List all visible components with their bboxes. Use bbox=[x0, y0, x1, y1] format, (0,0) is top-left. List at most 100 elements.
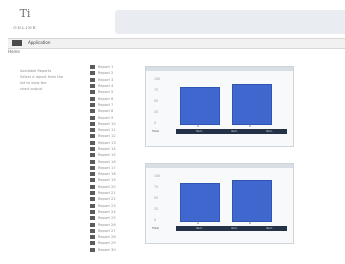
list-item-label: Report 7 bbox=[98, 102, 114, 107]
list-item-label: Report 30 bbox=[98, 247, 116, 252]
report-icon bbox=[90, 84, 95, 89]
report-icon bbox=[90, 121, 95, 126]
list-item-label: Report 18 bbox=[98, 172, 116, 177]
report-icon bbox=[90, 153, 95, 158]
list-item[interactable]: Report 30 bbox=[90, 247, 142, 253]
list-item-label: Report 22 bbox=[98, 197, 116, 202]
report-icon bbox=[90, 102, 95, 107]
sidebar-info: Available Reports Select a report from t… bbox=[20, 68, 76, 92]
list-item-label: Report 4 bbox=[98, 84, 114, 89]
report-icon bbox=[90, 140, 95, 145]
list-item-label: Report 29 bbox=[98, 241, 116, 246]
footer-label: Item bbox=[231, 129, 238, 133]
report-icon bbox=[90, 71, 95, 76]
footer-label: Item bbox=[196, 129, 203, 133]
list-item-label: Report 17 bbox=[98, 165, 116, 170]
report-icon bbox=[90, 147, 95, 151]
y-tick-label: 100 bbox=[154, 174, 161, 178]
report-icon bbox=[90, 222, 95, 227]
list-item-label: Report 28 bbox=[98, 235, 116, 240]
y-tick-label: 75 bbox=[154, 88, 159, 92]
y-tick-label: 0 bbox=[154, 218, 157, 222]
report-icon bbox=[90, 247, 95, 252]
report-icon bbox=[90, 134, 95, 139]
report-icon bbox=[90, 209, 95, 214]
report-icon bbox=[90, 172, 95, 177]
x-tick-label: B bbox=[249, 221, 252, 225]
list-item-label: Report 27 bbox=[98, 228, 116, 233]
chart-footer-bar: Item Item Item bbox=[176, 226, 287, 231]
legend-label: Total bbox=[152, 226, 160, 230]
list-item-label: Report 26 bbox=[98, 222, 116, 227]
report-list: Report 1 Report 2 Report 3 Report 4 Report 5… bbox=[90, 64, 142, 253]
footer-label: Item bbox=[196, 226, 203, 230]
x-tick-label: A bbox=[197, 221, 200, 225]
list-item-label: Report 21 bbox=[98, 191, 116, 196]
list-item-label: Report 14 bbox=[98, 147, 116, 151]
list-item-label: Report 5 bbox=[98, 90, 114, 95]
list-item-label: Report 1 bbox=[98, 65, 114, 70]
report-icon bbox=[90, 96, 95, 101]
panel-header bbox=[146, 67, 293, 71]
report-icon bbox=[90, 235, 95, 240]
report-icon bbox=[90, 178, 95, 183]
chart-footer-bar: Item Item Item bbox=[176, 129, 287, 134]
y-tick-label: 75 bbox=[154, 185, 159, 189]
list-item-label: Report 2 bbox=[98, 71, 114, 76]
report-icon bbox=[90, 165, 95, 170]
chart-panel: 100 75 50 25 0 A B Total Item Item Item bbox=[145, 66, 294, 147]
header-band bbox=[115, 10, 345, 34]
list-item-label: Report 9 bbox=[98, 115, 114, 120]
report-icon bbox=[90, 216, 95, 221]
chart-panel: 100 75 50 25 0 A B Total Item Item Item bbox=[145, 163, 294, 244]
report-icon bbox=[90, 65, 95, 70]
report-icon bbox=[90, 203, 95, 208]
x-tick-label: A bbox=[197, 124, 200, 128]
bar[interactable] bbox=[232, 180, 272, 222]
list-item-label: Report 3 bbox=[98, 77, 114, 82]
footer-label: Item bbox=[266, 129, 273, 133]
list-item-label: Report 12 bbox=[98, 134, 116, 139]
logo-text: Ti bbox=[19, 7, 31, 20]
report-icon bbox=[90, 241, 95, 246]
report-icon bbox=[90, 109, 95, 114]
panel-header bbox=[146, 164, 293, 168]
report-icon bbox=[90, 90, 95, 95]
list-item-label: Report 6 bbox=[98, 96, 114, 101]
bar[interactable] bbox=[180, 182, 220, 222]
report-icon bbox=[90, 128, 95, 133]
y-tick-label: 0 bbox=[154, 121, 157, 125]
report-icon bbox=[90, 77, 95, 82]
y-tick-label: 50 bbox=[154, 196, 159, 200]
report-icon bbox=[90, 197, 95, 202]
y-tick-label: 25 bbox=[154, 207, 159, 211]
list-item-label: Report 24 bbox=[98, 209, 116, 214]
y-tick-label: 100 bbox=[154, 77, 161, 81]
report-icon bbox=[90, 184, 95, 189]
logo-subtext: ONLINE bbox=[13, 25, 37, 30]
nav-title: Application bbox=[28, 40, 51, 45]
list-item-label: Report 10 bbox=[98, 121, 116, 126]
footer-label: Item bbox=[231, 226, 238, 230]
info-line: chart output bbox=[20, 87, 43, 91]
menu-icon[interactable] bbox=[12, 40, 22, 46]
nav-bar: Application bbox=[8, 38, 345, 49]
report-icon bbox=[90, 228, 95, 233]
list-item-label: Report 8 bbox=[98, 109, 114, 114]
y-tick-label: 50 bbox=[154, 99, 159, 103]
list-item-label: Report 23 bbox=[98, 203, 116, 208]
logo: Ti ONLINE bbox=[12, 8, 38, 32]
list-item-label: Report 13 bbox=[98, 140, 116, 145]
list-item-label: Report 11 bbox=[98, 128, 116, 133]
bar[interactable] bbox=[180, 86, 220, 125]
legend-label: Total bbox=[152, 129, 160, 133]
list-item-label: Report 20 bbox=[98, 184, 116, 189]
x-tick-label: B bbox=[249, 124, 252, 128]
home-link[interactable]: Home bbox=[8, 49, 20, 54]
bar[interactable] bbox=[232, 84, 272, 125]
report-icon bbox=[90, 159, 95, 164]
footer-label: Item bbox=[266, 226, 273, 230]
list-item-label: Report 19 bbox=[98, 178, 116, 183]
list-item-label: Report 16 bbox=[98, 159, 116, 164]
y-tick-label: 25 bbox=[154, 110, 159, 114]
